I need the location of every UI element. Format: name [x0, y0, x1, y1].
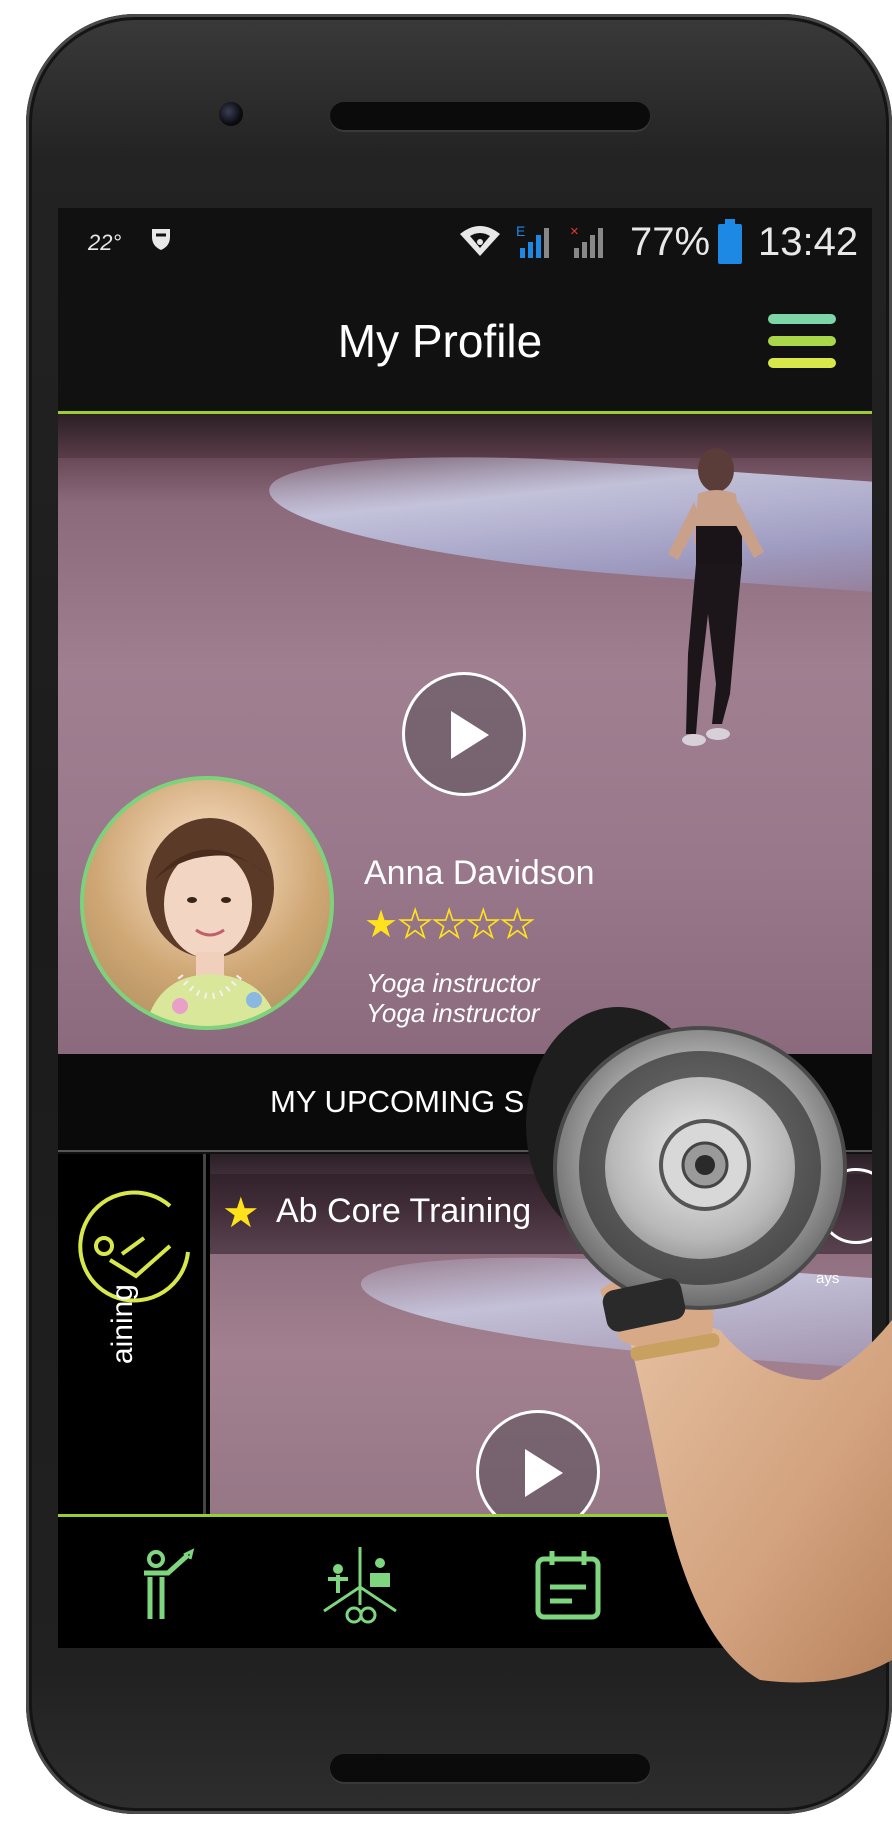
svg-text:E: E: [516, 224, 525, 239]
star-empty-icon: ★: [500, 902, 536, 946]
top-speaker: [330, 102, 650, 130]
profile-hero: Anna Davidson ★★★★★ Yoga instructor Yoga…: [58, 414, 872, 1054]
star-filled-icon: ★: [364, 902, 399, 946]
wifi-icon: [460, 226, 500, 256]
star-empty-icon: ★: [397, 902, 433, 946]
signal-icon: E: [516, 224, 549, 258]
rating-stars: ★★★★★: [364, 902, 536, 946]
status-time: 13:42: [758, 220, 859, 264]
svg-text:×: ×: [570, 224, 579, 240]
page-title: My Profile: [337, 315, 543, 367]
calendar-icon[interactable]: [528, 1547, 608, 1627]
profile-job-title: Yoga instructor: [366, 998, 540, 1028]
battery-percent: 77%: [630, 220, 711, 264]
play-video-button[interactable]: [402, 672, 526, 796]
upcoming-sessions-header: MY UPCOMING S: [58, 1054, 872, 1152]
bottom-navigation: [58, 1514, 872, 1648]
session-background-water: [357, 1242, 872, 1376]
star-empty-icon: ★: [431, 902, 467, 946]
shield-icon: [150, 226, 172, 259]
session-countdown-label: ays: [816, 1270, 840, 1287]
hamburger-menu-icon[interactable]: [768, 314, 836, 372]
star-empty-icon: ★: [465, 902, 501, 946]
session-title: Ab Core Training: [276, 1192, 532, 1230]
favorite-star-icon[interactable]: ★: [222, 1188, 260, 1237]
activities-icon[interactable]: [320, 1547, 400, 1627]
session-card[interactable]: ★ Ab Core Training ays: [210, 1154, 872, 1514]
profile-avatar[interactable]: [80, 776, 334, 1030]
session-category-tab[interactable]: aining: [58, 1154, 206, 1514]
play-session-button[interactable]: [476, 1410, 600, 1514]
upcoming-sessions-title: MY UPCOMING S: [270, 1084, 525, 1119]
upcoming-session-panel: aining ★ Ab Core Training ays: [58, 1154, 872, 1514]
bottom-speaker: [330, 1754, 650, 1782]
profile-name: Anna Davidson: [364, 854, 595, 892]
session-title-bar: ★ Ab Core Training: [210, 1174, 872, 1254]
status-bar: 22° E × 77% 13:42: [58, 208, 872, 274]
profile-job-title: Yoga instructor: [366, 968, 540, 998]
hero-runner-figure: [668, 448, 764, 746]
app-header: My Profile: [58, 274, 872, 414]
trainer-icon[interactable]: [128, 1547, 208, 1627]
session-category-label: aining: [106, 1284, 139, 1365]
no-signal-icon: ×: [570, 224, 603, 258]
battery-icon: [718, 219, 742, 264]
status-temperature: 22°: [88, 230, 122, 255]
front-camera: [219, 102, 243, 126]
app-screen: 22° E × 77% 13:42 My Profile Anna Davids…: [58, 208, 872, 1648]
